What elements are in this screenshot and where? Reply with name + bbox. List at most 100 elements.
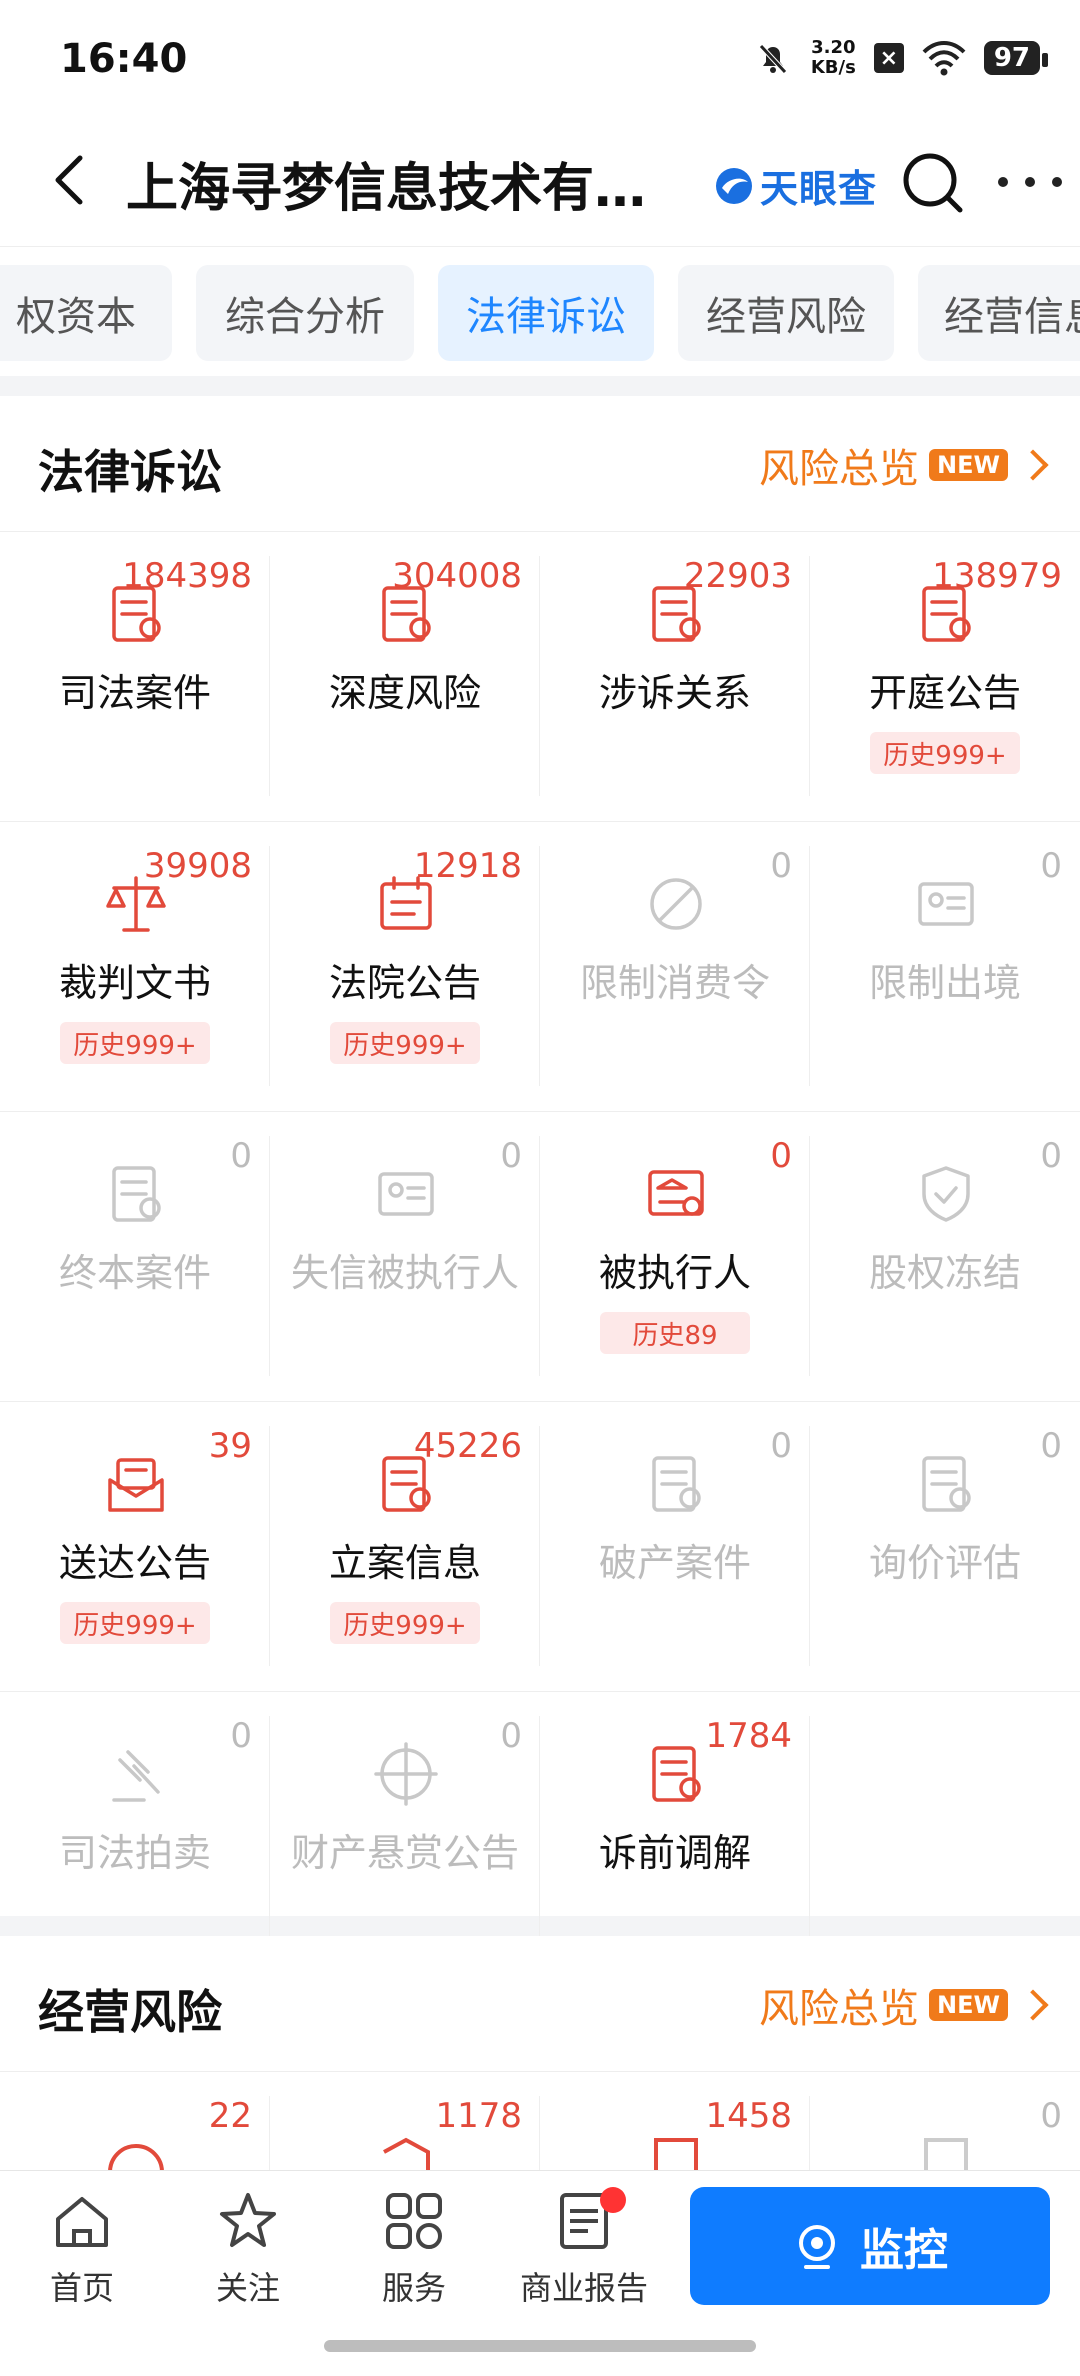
business-risk-section: 经营风险 风险总览 NEW 22 1178 1458 0: [0, 1936, 1080, 2196]
brand-name: 天眼查: [760, 167, 878, 211]
shield-icon: [922, 1166, 970, 1222]
more-options-icon[interactable]: [998, 150, 1062, 214]
court-notice-icon: [922, 586, 971, 642]
business-cell[interactable]: 22: [0, 2072, 270, 2196]
history-badge[interactable]: 历史999+: [60, 1022, 210, 1064]
tianyancha-logo-icon: [716, 167, 752, 204]
item-count: 0: [500, 1716, 522, 1756]
item-count: 0: [1040, 2096, 1062, 2136]
legal-item[interactable]: 0 被执行人 历史89: [540, 1112, 810, 1402]
tab-equity-capital[interactable]: 权资本: [0, 265, 172, 361]
x-app-icon: ×: [873, 43, 904, 73]
back-arrow-icon[interactable]: [42, 150, 102, 210]
property-reward-icon: [374, 1742, 438, 1806]
item-label: 立案信息: [328, 1541, 481, 1585]
item-label: 送达公告: [58, 1541, 211, 1585]
legal-row: 0 终本案件 0 失信被执行人 0 被执行人 历史89 0 股权冻结: [0, 1112, 1080, 1402]
item-count: 0: [1040, 846, 1062, 886]
chevron-right-icon: [1017, 1989, 1049, 2021]
legal-item[interactable]: 0 限制出境: [810, 822, 1080, 1112]
history-badge[interactable]: 历史999+: [330, 1022, 480, 1064]
nav-follow-label: 关注: [215, 2269, 280, 2307]
nav-home-label: 首页: [49, 2269, 114, 2307]
section-title: 法律诉讼: [38, 445, 222, 499]
monitor-button[interactable]: 监控: [690, 2187, 1050, 2305]
tab-legal[interactable]: 法律诉讼: [438, 265, 654, 361]
history-badge[interactable]: 历史999+: [60, 1602, 210, 1644]
category-tabs: 权资本 综合分析 法律诉讼 经营风险 经营信息: [0, 246, 1080, 376]
business-cell[interactable]: 1178: [270, 2072, 540, 2196]
brand-logo: 天眼查: [712, 158, 877, 213]
risk-overview-link[interactable]: 风险总览 NEW: [759, 436, 1049, 494]
item-label: 失信被执行人: [290, 1251, 519, 1295]
dishonest-person-icon: [378, 1172, 434, 1216]
legal-item[interactable]: 0 终本案件: [0, 1112, 270, 1402]
history-badge[interactable]: 历史999+: [870, 732, 1020, 774]
item-label: 司法拍卖: [58, 1831, 211, 1875]
legal-item[interactable]: 138979 开庭公告 历史999+: [810, 532, 1080, 822]
legal-item[interactable]: 39 送达公告 历史999+: [0, 1402, 270, 1692]
chevron-right-icon: [1017, 449, 1049, 481]
status-icons: 3.20 KB/s × 97: [753, 38, 1049, 78]
app-header: 上海寻梦信息技术有… 天眼查: [0, 120, 1080, 246]
tab-business-info[interactable]: 经营信息: [918, 265, 1080, 361]
page-title: 上海寻梦信息技术有…: [126, 159, 647, 219]
legal-item[interactable]: 0 失信被执行人: [270, 1112, 540, 1402]
notification-dot: [600, 2187, 626, 2213]
legal-item[interactable]: 39908 裁判文书 历史999+: [0, 822, 270, 1112]
legal-item[interactable]: 0 限制消费令: [540, 822, 810, 1112]
nav-service-label: 服务: [381, 2269, 446, 2307]
restrict-exit-icon: [918, 882, 974, 926]
item-label: 股权冻结: [868, 1251, 1021, 1295]
nav-follow[interactable]: 关注: [178, 2189, 318, 2329]
nav-report[interactable]: 商业报告: [512, 2187, 656, 2329]
item-count: 0: [1040, 1426, 1062, 1466]
risk-overview-label: 风险总览: [759, 1986, 920, 2032]
search-icon[interactable]: [898, 148, 968, 218]
bankruptcy-icon: [652, 1456, 701, 1512]
item-count: 0: [1040, 1136, 1062, 1176]
monitor-camera-icon: [799, 2225, 835, 2269]
legal-item[interactable]: 12918 法院公告 历史999+: [270, 822, 540, 1112]
wifi-icon: [922, 41, 966, 76]
item-count: 1178: [435, 2096, 522, 2136]
new-badge: NEW: [929, 1989, 1008, 2021]
home-icon: [56, 2197, 108, 2247]
nav-home[interactable]: 首页: [12, 2189, 152, 2329]
legal-item[interactable]: 0 破产案件: [540, 1402, 810, 1692]
status-bar: 16:40 3.20 KB/s × 97: [0, 0, 1080, 120]
business-cell[interactable]: 0: [810, 2072, 1080, 2196]
legal-item[interactable]: 184398 司法案件: [0, 532, 270, 822]
nav-report-label: 商业报告: [519, 2269, 648, 2307]
risk-overview-link[interactable]: 风险总览 NEW: [759, 1976, 1049, 2034]
item-label: 深度风险: [328, 671, 481, 715]
item-label: 被执行人: [598, 1251, 751, 1295]
business-cell[interactable]: 1458: [540, 2072, 810, 2196]
court-calendar-icon: [380, 876, 432, 930]
legal-item[interactable]: 304008 深度风险: [270, 532, 540, 822]
restrict-consume-icon: [650, 878, 702, 930]
tab-comprehensive-analysis[interactable]: 综合分析: [196, 265, 414, 361]
tab-business-risk[interactable]: 经营风险: [678, 265, 894, 361]
item-label: 限制消费令: [579, 961, 770, 1005]
price-eval-icon: [922, 1456, 971, 1512]
item-count: 0: [500, 1136, 522, 1176]
history-badge[interactable]: 历史999+: [330, 1602, 480, 1644]
legal-row: 39908 裁判文书 历史999+ 12918 法院公告 历史999+ 0 限制消费令 0 限制出…: [0, 822, 1080, 1112]
nav-service[interactable]: 服务: [344, 2189, 484, 2329]
home-indicator[interactable]: [324, 2340, 756, 2352]
item-count: 22: [208, 2096, 252, 2136]
item-count: 0: [230, 1716, 252, 1756]
mail-notice-icon: [108, 1458, 164, 1512]
item-label: 法院公告: [328, 961, 481, 1005]
legal-item[interactable]: 0 询价评估: [810, 1402, 1080, 1692]
legal-item[interactable]: 45226 立案信息 历史999+: [270, 1402, 540, 1692]
item-count: 1458: [705, 2096, 792, 2136]
mute-bell-icon: [759, 44, 787, 74]
item-label: 询价评估: [868, 1541, 1021, 1585]
bank-search-icon: [648, 1170, 704, 1216]
legal-item[interactable]: 0 股权冻结: [810, 1112, 1080, 1402]
legal-section-header: 法律诉讼 风险总览 NEW: [0, 396, 1080, 532]
legal-item[interactable]: 22903 涉诉关系: [540, 532, 810, 822]
history-badge[interactable]: 历史89: [600, 1312, 750, 1354]
